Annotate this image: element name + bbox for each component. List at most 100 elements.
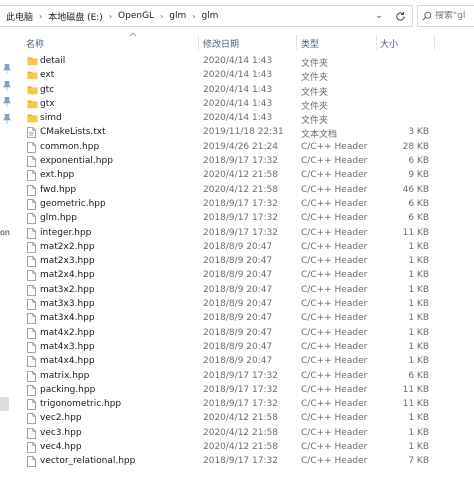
file-type: C/C++ Header	[301, 184, 368, 195]
file-row[interactable]: geometric.hpp 2018/9/17 17:32 C/C++ Head…	[22, 198, 474, 212]
file-row[interactable]: matrix.hpp 2018/9/17 17:32 C/C++ Header …	[22, 370, 474, 384]
file-row[interactable]: mat3x2.hpp 2018/8/9 20:47 C/C++ Header 1…	[22, 284, 474, 298]
file-row[interactable]: mat4x2.hpp 2018/8/9 20:47 C/C++ Header 1…	[22, 327, 474, 341]
file-name: ext	[40, 70, 55, 81]
file-size: 6 KB	[408, 213, 429, 224]
file-row[interactable]: packing.hpp 2018/9/17 17:32 C/C++ Header…	[22, 384, 474, 398]
pin-icon[interactable]	[3, 114, 11, 124]
file-size: 7 KB	[408, 456, 429, 467]
file-size: 1 KB	[408, 442, 429, 453]
breadcrumb-glm-current[interactable]: glm	[198, 11, 221, 21]
file-row[interactable]: mat4x3.hpp 2018/8/9 20:47 C/C++ Header 1…	[22, 341, 474, 355]
file-name: detail	[40, 56, 66, 66]
pin-icon[interactable]	[3, 64, 11, 74]
file-name: mat4x4.hpp	[40, 356, 95, 367]
file-name: integer.hpp	[40, 227, 92, 238]
file-icon	[27, 184, 37, 197]
file-row[interactable]: CMakeLists.txt 2019/11/18 22:31 文本文档 3 K…	[22, 126, 474, 140]
file-type: 文件夹	[301, 59, 329, 69]
file-row[interactable]: vector_relational.hpp 2018/9/17 17:32 C/…	[22, 455, 474, 469]
file-type: C/C++ Header	[301, 442, 368, 453]
file-row[interactable]: glm.hpp 2018/9/17 17:32 C/C++ Header 6 K…	[22, 212, 474, 226]
file-row[interactable]: mat2x2.hpp 2018/8/9 20:47 C/C++ Header 1…	[22, 241, 474, 255]
file-icon	[27, 427, 37, 440]
file-icon	[27, 370, 37, 383]
breadcrumb-separator-icon[interactable]: ›	[36, 12, 45, 21]
file-size: 1 KB	[408, 413, 429, 424]
address-bar[interactable]: 此电脑 › 本地磁盘 (E:) › OpenGL › glm › glm ⌄	[0, 5, 413, 27]
sort-arrow-icon	[129, 32, 137, 37]
file-name: mat3x4.hpp	[40, 313, 95, 324]
breadcrumb-glm[interactable]: glm	[166, 11, 189, 21]
column-header-name[interactable]: 名称	[26, 37, 44, 50]
file-row[interactable]: mat2x3.hpp 2018/8/9 20:47 C/C++ Header 1…	[22, 255, 474, 269]
file-row[interactable]: simd 2020/4/14 1:43 文件夹	[22, 112, 474, 126]
folder-icon	[27, 113, 38, 125]
navigation-pane: on	[0, 33, 15, 481]
file-row[interactable]: vec4.hpp 2020/4/12 21:58 C/C++ Header 1 …	[22, 441, 474, 455]
file-row[interactable]: ext 2020/4/14 1:43 文件夹	[22, 69, 474, 83]
file-type: 文件夹	[301, 87, 329, 98]
pin-icon[interactable]	[3, 81, 11, 91]
file-row[interactable]: vec3.hpp 2020/4/12 21:58 C/C++ Header 1 …	[22, 427, 474, 441]
column-header-row: 名称 修改日期 类型 大小	[22, 32, 474, 51]
file-row[interactable]: common.hpp 2019/4/26 21:24 C/C++ Header …	[22, 141, 474, 155]
folder-icon	[27, 99, 38, 111]
file-name: fwd.hpp	[40, 184, 77, 195]
refresh-icon	[395, 11, 405, 21]
column-divider[interactable]	[296, 35, 297, 50]
file-row[interactable]: mat3x4.hpp 2018/8/9 20:47 C/C++ Header 1…	[22, 312, 474, 326]
column-divider[interactable]	[376, 35, 377, 50]
breadcrumb-separator-icon[interactable]: ›	[157, 12, 166, 21]
file-row[interactable]: mat4x4.hpp 2018/8/9 20:47 C/C++ Header 1…	[22, 355, 474, 369]
breadcrumb-opengl[interactable]: OpenGL	[115, 11, 157, 21]
pin-icon[interactable]	[3, 97, 11, 107]
file-type: C/C++ Header	[301, 384, 368, 395]
file-name: mat2x2.hpp	[40, 241, 95, 252]
file-row[interactable]: fwd.hpp 2020/4/12 21:58 C/C++ Header 46 …	[22, 184, 474, 198]
search-box[interactable]	[417, 5, 474, 27]
file-row[interactable]: gtx 2020/4/14 1:43 文件夹	[22, 98, 474, 112]
file-modified-date: 2018/8/9 20:47	[203, 284, 273, 295]
breadcrumb-drive-e[interactable]: 本地磁盘 (E:)	[45, 10, 106, 23]
breadcrumb-separator-icon[interactable]: ›	[106, 12, 115, 21]
file-icon	[27, 141, 37, 154]
file-icon	[27, 199, 37, 211]
file-list: detail 2020/4/14 1:43 文件夹 ext 2020/4/14 …	[22, 55, 474, 470]
file-row[interactable]: trigonometric.hpp 2018/9/17 17:32 C/C++ …	[22, 398, 474, 412]
folder-icon	[27, 70, 38, 82]
file-modified-date: 2018/9/17 17:32	[203, 156, 278, 167]
file-row[interactable]: gtc 2020/4/14 1:43 文件夹	[22, 84, 474, 98]
file-modified-date: 2020/4/14 1:43	[203, 113, 273, 124]
file-row[interactable]: integer.hpp 2018/9/17 17:32 C/C++ Header…	[22, 227, 474, 241]
file-row[interactable]: exponential.hpp 2018/9/17 17:32 C/C++ He…	[22, 155, 474, 169]
file-row[interactable]: ext.hpp 2020/4/12 21:58 C/C++ Header 9 K…	[22, 169, 474, 183]
file-row[interactable]: mat3x3.hpp 2018/8/9 20:47 C/C++ Header 1…	[22, 298, 474, 312]
column-header-size[interactable]: 大小	[380, 37, 398, 50]
file-row[interactable]: vec2.hpp 2020/4/12 21:58 C/C++ Header 1 …	[22, 412, 474, 426]
file-type: C/C++ Header	[301, 256, 368, 267]
file-name: simd	[40, 113, 62, 124]
file-size: 9 KB	[408, 170, 429, 181]
column-divider[interactable]	[434, 35, 435, 50]
refresh-button[interactable]	[390, 6, 410, 26]
file-row[interactable]: mat2x4.hpp 2018/8/9 20:47 C/C++ Header 1…	[22, 269, 474, 283]
file-type: 文件夹	[301, 116, 329, 127]
search-input[interactable]	[432, 11, 473, 21]
column-header-date[interactable]: 修改日期	[203, 37, 239, 50]
breadcrumb-separator-icon[interactable]: ›	[189, 12, 198, 21]
nav-item-partial-label[interactable]: on	[0, 228, 10, 237]
file-modified-date: 2018/9/17 17:32	[203, 198, 278, 209]
file-type: C/C++ Header	[301, 370, 368, 381]
file-modified-date: 2020/4/14 1:43	[203, 70, 273, 81]
file-size: 3 KB	[408, 127, 429, 138]
breadcrumb-this-pc[interactable]: 此电脑	[0, 10, 36, 23]
column-divider[interactable]	[198, 35, 199, 50]
address-dropdown-icon[interactable]: ⌄	[371, 6, 387, 26]
file-row[interactable]: detail 2020/4/14 1:43 文件夹	[22, 55, 474, 69]
column-header-type[interactable]: 类型	[301, 37, 319, 50]
file-type: C/C++ Header	[301, 141, 368, 152]
file-type: C/C++ Header	[301, 313, 368, 324]
nav-scrollbar-thumb[interactable]	[0, 397, 9, 411]
file-type: C/C++ Header	[301, 156, 368, 167]
